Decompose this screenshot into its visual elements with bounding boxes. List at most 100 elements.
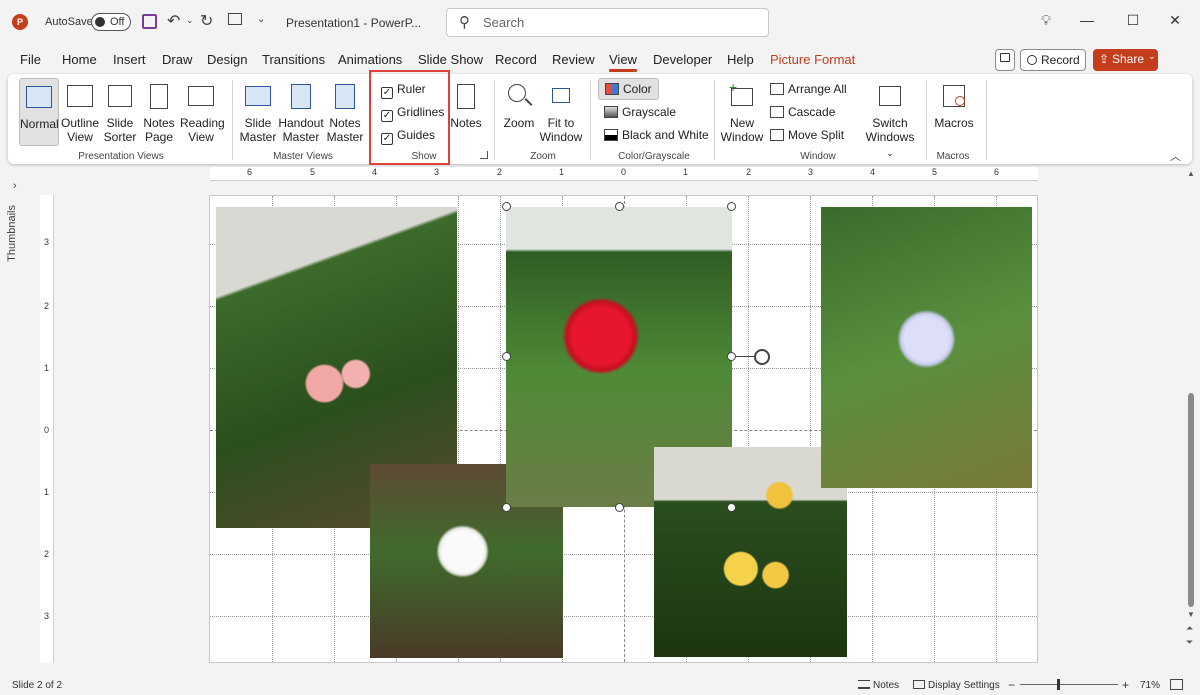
save-icon[interactable] <box>142 14 157 29</box>
fit-slide-icon[interactable] <box>1170 679 1183 690</box>
handout-master-button[interactable]: Handout Master <box>278 82 324 144</box>
minimize-button[interactable]: — <box>1075 12 1099 28</box>
scrollbar-thumb[interactable] <box>1188 393 1194 607</box>
ruler-tick: 0 <box>621 167 627 177</box>
resize-handle[interactable] <box>727 202 736 211</box>
record-icon <box>1027 55 1037 65</box>
tab-review[interactable]: Review <box>552 52 595 67</box>
document-title: Presentation1 - PowerP... <box>286 16 422 30</box>
customize-toolbar-icon[interactable]: ⌄ <box>257 14 265 25</box>
tab-record[interactable]: Record <box>495 52 537 67</box>
gridline <box>210 616 1037 617</box>
status-notes-button[interactable]: Notes <box>873 680 899 691</box>
move-split-label: Move Split <box>788 128 845 142</box>
search-box[interactable]: ⚲ Search <box>446 8 769 37</box>
tab-draw[interactable]: Draw <box>162 52 192 67</box>
macros-button[interactable]: Macros <box>932 82 976 130</box>
notes-page-button[interactable]: Notes Page <box>141 82 177 144</box>
outline-label-1: Outline <box>61 116 100 130</box>
grayscale-button[interactable]: Grayscale <box>604 105 676 119</box>
zoom-button[interactable]: Zoom <box>502 82 536 130</box>
undo-icon[interactable]: ↶ <box>167 11 180 31</box>
resize-handle[interactable] <box>502 202 511 211</box>
photo-ixora[interactable] <box>654 447 847 657</box>
redo-icon[interactable]: ↻ <box>200 11 213 31</box>
ruler-tick: 2 <box>497 167 503 177</box>
color-button[interactable]: Color <box>598 78 659 100</box>
scroll-up-icon[interactable]: ▲ <box>1187 169 1195 178</box>
slide-canvas[interactable] <box>209 195 1038 663</box>
zoom-group-label: Zoom <box>530 151 556 162</box>
notes-page-label-2: Page <box>144 130 174 144</box>
resize-handle[interactable] <box>727 352 736 361</box>
tab-design[interactable]: Design <box>207 52 247 67</box>
cascade-button[interactable]: Cascade <box>770 105 835 119</box>
fit-to-window-button[interactable]: Fit to Window <box>538 82 584 144</box>
ribbon-separator <box>590 80 591 160</box>
expand-thumbnails-icon[interactable]: › <box>13 180 17 192</box>
fit-label-1: Fit to <box>547 116 575 130</box>
outline-view-button[interactable]: Outline View <box>61 82 99 144</box>
zoom-slider[interactable] <box>1020 684 1118 685</box>
resize-handle[interactable] <box>502 352 511 361</box>
scroll-down-icon[interactable]: ▼ <box>1187 610 1195 619</box>
lightbulb-icon[interactable]: 💡︎ <box>1034 12 1058 29</box>
show-dialog-launcher-icon[interactable] <box>480 151 488 159</box>
zoom-in-button[interactable]: + <box>1122 678 1129 692</box>
normal-label: Normal <box>20 117 59 131</box>
notes-master-button[interactable]: Notes Master <box>325 82 365 144</box>
title-bar: P AutoSave Off ↶ ⌄ ↻ ⌄ Presentation1 - P… <box>0 0 1200 46</box>
status-bar: Slide 2 of 2 Notes Display Settings − + … <box>0 676 1200 695</box>
close-button[interactable]: ✕ <box>1163 12 1187 29</box>
display-settings-button[interactable]: Display Settings <box>928 680 1000 691</box>
tab-transitions[interactable]: Transitions <box>262 52 325 67</box>
slide-sorter-button[interactable]: Slide Sorter <box>102 82 138 144</box>
next-slide-icon[interactable]: ⏷ <box>1186 637 1193 648</box>
zoom-out-button[interactable]: − <box>1008 678 1015 692</box>
horizontal-ruler: 6 5 4 3 2 1 0 1 2 3 4 5 6 <box>210 167 1038 181</box>
sorter-label-2: Sorter <box>103 130 137 144</box>
tab-file[interactable]: File <box>20 52 41 67</box>
tab-help[interactable]: Help <box>727 52 754 67</box>
present-icon[interactable] <box>228 13 242 25</box>
maximize-button[interactable]: ☐ <box>1121 12 1145 29</box>
new-window-button[interactable]: + New Window <box>720 80 764 144</box>
resize-handle[interactable] <box>727 503 736 512</box>
ruler-tick: 1 <box>44 363 50 373</box>
reading-label-2: View <box>188 130 214 144</box>
undo-dropdown-icon[interactable]: ⌄ <box>186 15 194 26</box>
tab-animations[interactable]: Animations <box>338 52 402 67</box>
tab-insert[interactable]: Insert <box>113 52 146 67</box>
slide-master-button[interactable]: Slide Master <box>238 82 278 144</box>
tab-view[interactable]: View <box>609 52 637 67</box>
collapse-ribbon-icon[interactable]: ︿ <box>1170 148 1181 164</box>
share-label: Share <box>1112 52 1145 66</box>
vertical-scrollbar[interactable]: ▲ ▼ ⏶ ⏷ <box>1185 167 1197 662</box>
autosave-toggle[interactable]: Off <box>91 13 131 31</box>
normal-view-button[interactable]: Normal <box>19 78 59 146</box>
zoom-slider-thumb[interactable] <box>1057 679 1060 690</box>
switch-windows-button[interactable]: Switch Windows ⌄ <box>863 82 917 160</box>
tab-slide-show[interactable]: Slide Show <box>418 52 483 67</box>
photo-plumbago[interactable] <box>821 207 1032 488</box>
resize-handle[interactable] <box>615 202 624 211</box>
resize-handle[interactable] <box>615 503 624 512</box>
black-white-icon <box>604 129 618 141</box>
resize-handle[interactable] <box>502 503 511 512</box>
move-split-button[interactable]: Move Split <box>770 128 844 142</box>
tab-picture-format[interactable]: Picture Format <box>770 52 855 67</box>
tab-home[interactable]: Home <box>62 52 97 67</box>
comments-button[interactable] <box>995 49 1015 71</box>
notes-button[interactable]: Notes <box>450 82 482 130</box>
share-button[interactable]: ⇪ Share ⌄ <box>1093 49 1158 71</box>
previous-slide-icon[interactable]: ⏶ <box>1186 623 1193 634</box>
ribbon-separator <box>494 80 495 160</box>
black-and-white-button[interactable]: Black and White <box>604 128 709 142</box>
zoom-level[interactable]: 71% <box>1140 680 1160 691</box>
record-button[interactable]: Record <box>1020 49 1086 71</box>
arrange-all-button[interactable]: Arrange All <box>770 82 847 96</box>
rotate-handle-icon[interactable] <box>754 349 770 365</box>
thumbnails-label[interactable]: Thumbnails <box>6 205 18 262</box>
reading-view-button[interactable]: Reading View <box>180 82 225 144</box>
tab-developer[interactable]: Developer <box>653 52 712 67</box>
